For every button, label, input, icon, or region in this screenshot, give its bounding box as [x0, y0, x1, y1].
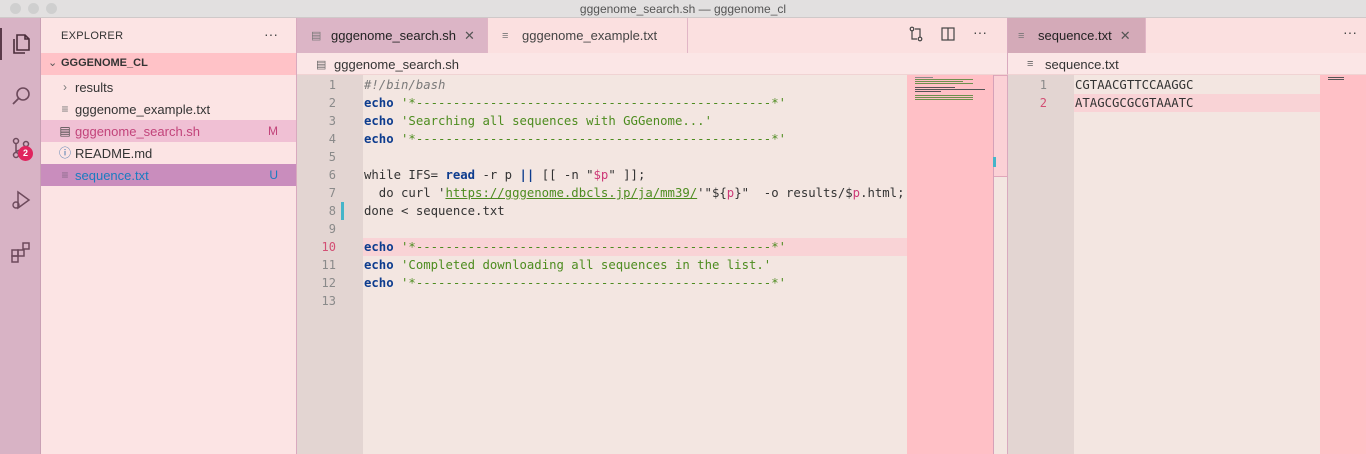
- breadcrumb-right[interactable]: ≡ sequence.txt: [1007, 53, 1366, 75]
- tree-item-readme[interactable]: ⓘ README.md: [41, 142, 296, 164]
- window-title: gggenome_search.sh — gggenome_cl: [579, 2, 787, 16]
- untracked-status-badge: U: [269, 168, 278, 182]
- code-line-8: done < sequence.txt: [364, 204, 505, 218]
- tab-label: sequence.txt: [1038, 28, 1112, 43]
- files-icon: [12, 34, 30, 54]
- tree-item-label: gggenome_example.txt: [75, 102, 211, 117]
- minimap-left[interactable]: [907, 75, 993, 454]
- search-icon: [11, 87, 30, 105]
- code-line-7: do curl 'https://gggenome.dbcls.jp/ja/mm…: [364, 186, 905, 200]
- code-line-11: echo 'Completed downloading all sequence…: [364, 258, 772, 272]
- tab-label: gggenome_example.txt: [522, 28, 658, 43]
- tab-sequence[interactable]: ≡ sequence.txt ✕: [1008, 18, 1146, 53]
- tab-gggenome-example[interactable]: ≡ gggenome_example.txt: [488, 18, 688, 53]
- explorer-activity-button[interactable]: [0, 22, 41, 66]
- title-bar: gggenome_search.sh — gggenome_cl: [0, 0, 1366, 18]
- text-file-icon: ≡: [61, 168, 69, 182]
- tree-item-label: sequence.txt: [75, 168, 149, 183]
- line-number: 1: [328, 78, 336, 92]
- line-number: 9: [328, 222, 336, 236]
- editor-tabs-left: ▤ gggenome_search.sh ✕ ≡ gggenome_exampl…: [297, 18, 1007, 53]
- split-editor-icon: [941, 27, 955, 41]
- line-number: 4: [328, 132, 336, 146]
- tree-item-gggenome-search[interactable]: ▤ gggenome_search.sh M: [41, 120, 296, 142]
- info-icon: ⓘ: [58, 146, 71, 160]
- editor-more-actions-button[interactable]: ···: [973, 24, 987, 40]
- line-number: 13: [321, 294, 336, 308]
- source-control-badge: 2: [18, 146, 33, 161]
- line-number: 5: [328, 150, 336, 164]
- text-file-icon: ≡: [502, 29, 509, 42]
- line-number: 2: [328, 96, 336, 110]
- workspace-folder[interactable]: ⌄ GGGENOME_CL: [41, 53, 296, 75]
- code-line-1: CGTAACGTTCCAAGGC: [1075, 78, 1194, 92]
- breadcrumb-file: sequence.txt: [1045, 57, 1119, 72]
- extensions-activity-button[interactable]: [0, 230, 41, 274]
- line-number: 11: [321, 258, 336, 272]
- code-line-1: #!/bin/bash: [364, 78, 446, 92]
- url-link[interactable]: https://gggenome.dbcls.jp/ja/mm39/: [445, 186, 697, 200]
- text-file-icon: ≡: [61, 102, 69, 116]
- tab-gggenome-search[interactable]: ▤ gggenome_search.sh ✕: [297, 18, 488, 53]
- breadcrumb-file: gggenome_search.sh: [334, 57, 460, 72]
- line-number: 12: [321, 276, 336, 290]
- run-debug-icon: [11, 190, 30, 210]
- tree-item-label: gggenome_search.sh: [75, 124, 201, 139]
- line-number: 6: [328, 168, 336, 182]
- text-file-icon: ≡: [1027, 58, 1034, 70]
- line-number: 7: [328, 186, 336, 200]
- editor-tabs-right: ≡ sequence.txt ✕ ···: [1007, 18, 1366, 53]
- line-number-current: 2: [1039, 96, 1047, 110]
- code-line-10-current: echo '*---------------------------------…: [363, 238, 907, 256]
- code-editor-right[interactable]: 1 2 CGTAACGTTCCAAGGC ATAGCGCGCGTAAATC: [1007, 75, 1366, 454]
- close-icon[interactable]: ✕: [1120, 28, 1131, 44]
- chevron-down-icon: ⌄: [48, 57, 58, 69]
- editor-more-actions-button[interactable]: ···: [1343, 24, 1357, 40]
- shell-file-icon: ▤: [59, 124, 71, 138]
- minimap-right[interactable]: [1320, 75, 1366, 454]
- tree-item-gggenome-example[interactable]: ≡ gggenome_example.txt: [41, 98, 296, 120]
- tree-item-results[interactable]: › results: [41, 76, 296, 98]
- code-line-4: echo '*---------------------------------…: [364, 132, 787, 146]
- workspace-folder-name: GGGENOME_CL: [61, 57, 148, 69]
- code-line-3: echo 'Searching all sequences with GGGen…: [364, 114, 712, 128]
- tree-item-label: results: [75, 80, 114, 95]
- git-modified-indicator: [341, 202, 344, 220]
- line-number-gutter: 1 2 3 4 5 6 7 8 9 10 11 12 13: [297, 75, 363, 454]
- explorer-title: EXPLORER: [61, 30, 124, 42]
- tab-label: gggenome_search.sh: [331, 28, 457, 43]
- run-debug-activity-button[interactable]: [0, 178, 41, 222]
- line-number: 8: [328, 204, 336, 218]
- explorer-more-actions-button[interactable]: ···: [264, 26, 278, 42]
- tree-item-sequence[interactable]: ≡ sequence.txt U: [41, 164, 296, 186]
- line-number: 1: [1039, 78, 1047, 92]
- compare-changes-icon: [909, 26, 923, 42]
- code-line-12: echo '*---------------------------------…: [364, 276, 787, 290]
- code-line-2-current: ATAGCGCGCGTAAATC: [1074, 94, 1328, 112]
- overview-ruler-git-marker: [993, 157, 996, 167]
- extensions-icon: [10, 242, 30, 263]
- text-file-icon: ≡: [1018, 29, 1025, 42]
- shell-file-icon: ▤: [311, 30, 322, 42]
- explorer-sidebar: EXPLORER ··· ⌄ GGGENOME_CL › results ≡ g…: [41, 18, 297, 454]
- line-number-current: 10: [321, 240, 336, 254]
- open-changes-button[interactable]: [908, 26, 924, 45]
- line-number-gutter: 1 2: [1008, 75, 1074, 454]
- breadcrumb-left[interactable]: ▤ gggenome_search.sh: [297, 53, 1007, 75]
- search-activity-button[interactable]: [0, 74, 41, 118]
- tree-item-label: README.md: [75, 146, 153, 161]
- line-number: 3: [328, 114, 336, 128]
- shell-file-icon: ▤: [316, 59, 327, 71]
- activity-bar: 2: [0, 18, 41, 454]
- code-editor-left[interactable]: 1 2 3 4 5 6 7 8 9 10 11 12 13 #!/bin/bas…: [297, 75, 1007, 454]
- chevron-right-icon: ›: [63, 80, 67, 94]
- split-editor-button[interactable]: [940, 26, 956, 45]
- close-icon[interactable]: ✕: [464, 28, 475, 44]
- modified-status-badge: M: [268, 124, 278, 138]
- code-line-2: echo '*---------------------------------…: [364, 96, 787, 110]
- code-line-6: while IFS= read -r p || [[ -n "$p" ]];: [364, 168, 646, 182]
